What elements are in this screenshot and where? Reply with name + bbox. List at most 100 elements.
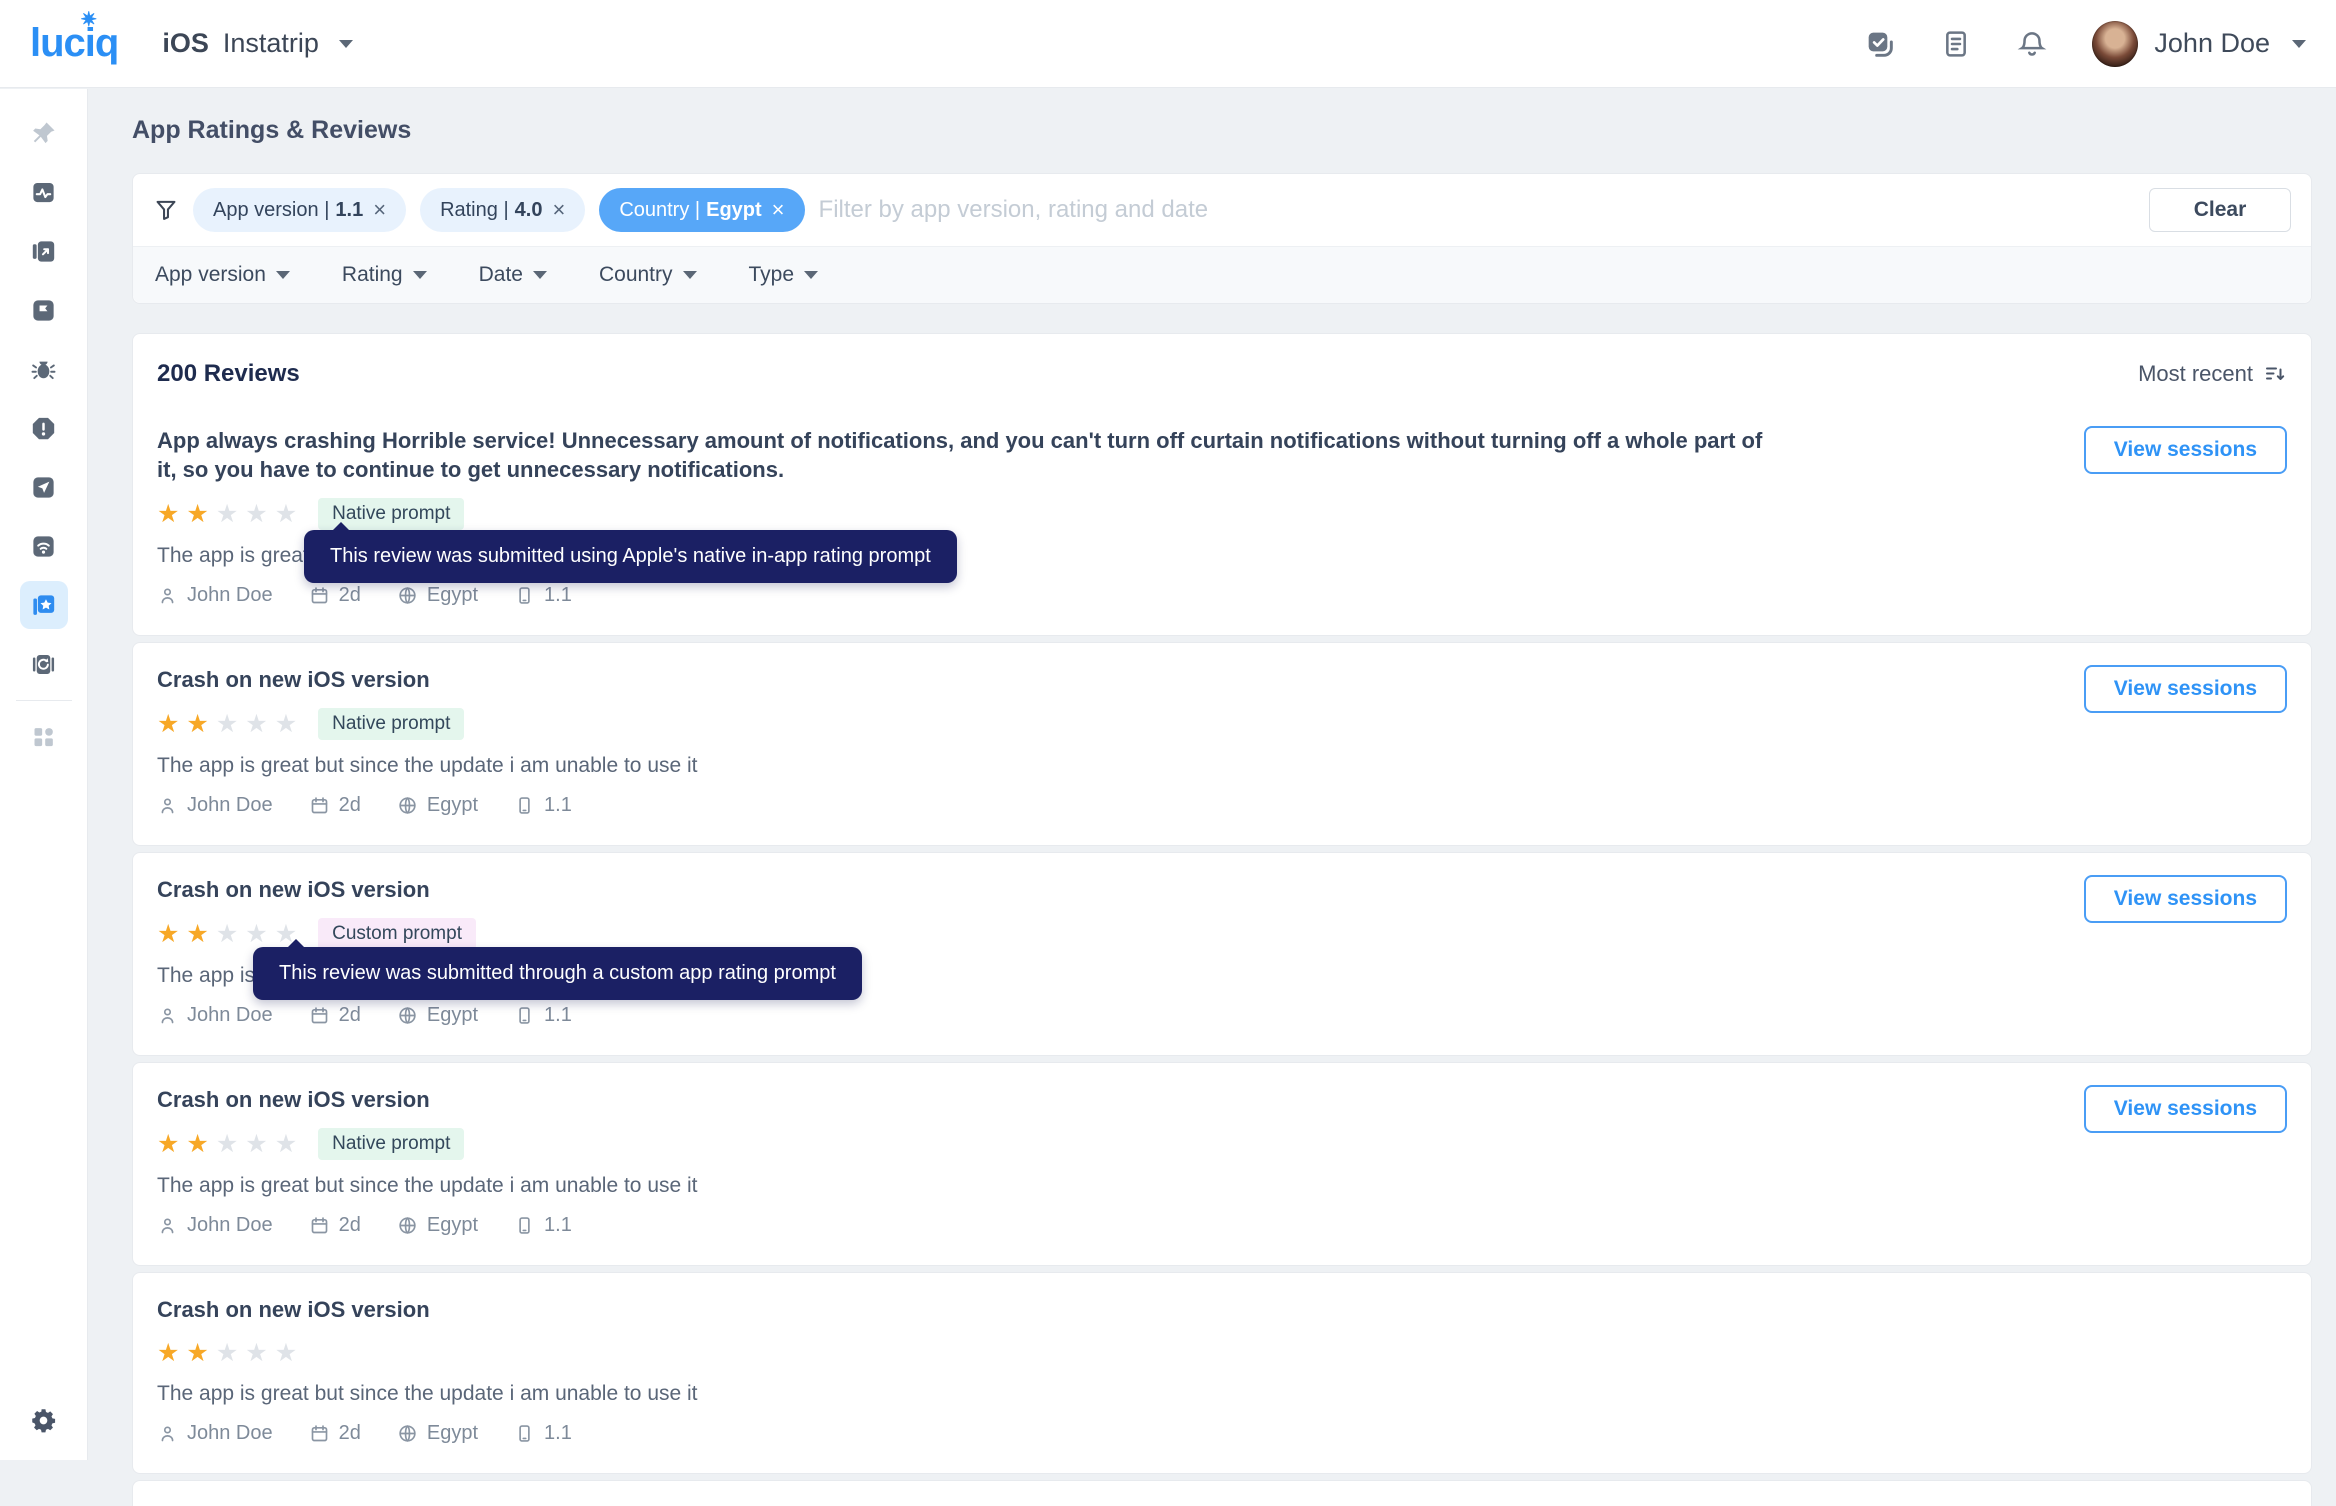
app-name-label: Instatrip (223, 28, 319, 59)
device-icon (514, 795, 535, 816)
top-bar: luciq✷ iOS Instatrip John Doe (0, 0, 2336, 88)
chip-remove-icon[interactable]: × (772, 199, 785, 221)
stars: ★★★★★ (157, 709, 304, 739)
dropdown-label: Date (479, 263, 523, 287)
star-empty-icon: ★ (275, 710, 297, 738)
chip-remove-icon[interactable]: × (552, 199, 565, 221)
star-empty-icon: ★ (245, 1339, 267, 1367)
user-menu[interactable]: John Doe (2092, 21, 2306, 67)
review-card: Crash on new iOS version ★★★★★ The app i… (132, 1272, 2312, 1474)
filter-chip-country[interactable]: Country |Egypt × (599, 188, 804, 232)
meta-date: 2d (309, 1004, 361, 1027)
review-card: Crash on new iOS version ★★★★★ Native pr… (132, 1062, 2312, 1266)
filter-chip-rating[interactable]: Rating |4.0 × (420, 188, 585, 232)
meta-country: Egypt (397, 1214, 478, 1237)
view-sessions-button[interactable]: View sessions (2084, 426, 2287, 474)
review-row: App always crashing Horrible service! Un… (133, 404, 2311, 635)
filter-search-input[interactable] (819, 196, 2135, 224)
brand-logo[interactable]: luciq✷ (30, 21, 118, 66)
filter-dropdowns-row: App version Rating Date Country Type (133, 246, 2311, 303)
review-card-partial (132, 1480, 2312, 1506)
chip-label: Country (619, 199, 689, 222)
chip-label: Rating (440, 199, 498, 222)
star-empty-icon: ★ (216, 710, 238, 738)
dropdown-rating[interactable]: Rating (342, 263, 427, 287)
view-sessions-button[interactable]: View sessions (2084, 665, 2287, 713)
pin-icon (30, 120, 57, 147)
chip-separator: | (503, 199, 508, 222)
filter-chips-row: App version |1.1 × Rating |4.0 × Country… (133, 174, 2311, 246)
calendar-icon (309, 1005, 330, 1026)
dropdown-type[interactable]: Type (749, 263, 819, 287)
meta-date: 2d (309, 794, 361, 817)
view-sessions-button[interactable]: View sessions (2084, 875, 2287, 923)
sidebar-item-feature-flags[interactable] (20, 286, 68, 334)
notifications-bell-icon[interactable] (2016, 28, 2048, 60)
star-empty-icon: ★ (275, 1130, 297, 1158)
network-icon (30, 533, 57, 560)
sidebar-item-screens[interactable] (20, 227, 68, 275)
filter-panel: App version |1.1 × Rating |4.0 × Country… (132, 173, 2312, 304)
prompt-badge: Native prompt (318, 708, 464, 740)
user-icon (157, 1215, 178, 1236)
gear-icon (30, 1407, 57, 1434)
calendar-icon (309, 1423, 330, 1444)
main-content: App Ratings & Reviews App version |1.1 ×… (88, 88, 2336, 1460)
sidebar-item-performance[interactable] (20, 168, 68, 216)
star-filled-icon: ★ (157, 710, 179, 738)
meta-country: Egypt (397, 794, 478, 817)
app-switcher[interactable]: iOS Instatrip (162, 28, 353, 59)
sort-control[interactable]: Most recent (2138, 361, 2287, 387)
review-body: The app is great but since the update i … (157, 1174, 2287, 1198)
sidebar-item-bug-reports[interactable] (20, 345, 68, 393)
calendar-icon (309, 585, 330, 606)
sidebar-item-network[interactable] (20, 522, 68, 570)
review-body: The app is great but since the update i … (157, 754, 2287, 778)
dropdown-label: Country (599, 263, 673, 287)
sidebar-item-surveys[interactable] (20, 463, 68, 511)
view-sessions-button[interactable]: View sessions (2084, 1085, 2287, 1133)
sidebar-item-settings[interactable] (20, 1396, 68, 1444)
review-row: Crash on new iOS version ★★★★★ Native pr… (133, 1063, 2311, 1265)
dropdown-label: Rating (342, 263, 403, 287)
review-title: Crash on new iOS version (157, 1295, 1997, 1324)
sidebar-item-pin[interactable] (20, 109, 68, 157)
tasks-icon[interactable] (1864, 28, 1896, 60)
sidebar-item-apps[interactable] (20, 712, 68, 760)
stars: ★★★★★ (157, 1338, 304, 1368)
sidebar-item-session-replay[interactable] (20, 640, 68, 688)
chip-value: Egypt (706, 199, 762, 222)
review-row: Crash on new iOS version ★★★★★ The app i… (133, 1273, 2311, 1473)
dropdown-app-version[interactable]: App version (155, 263, 290, 287)
dropdown-date[interactable]: Date (479, 263, 547, 287)
flag-icon (30, 297, 57, 324)
dropdown-country[interactable]: Country (599, 263, 697, 287)
star-empty-icon: ★ (245, 710, 267, 738)
meta-author: John Doe (157, 584, 273, 607)
app-ratings-icon (30, 592, 57, 619)
globe-icon (397, 1005, 418, 1026)
filter-funnel-icon (153, 197, 179, 223)
sidebar-item-app-ratings[interactable] (20, 581, 68, 629)
star-filled-icon: ★ (157, 1339, 179, 1367)
chevron-down-icon (683, 271, 697, 279)
review-title: Crash on new iOS version (157, 875, 1997, 904)
review-title: App always crashing Horrible service! Un… (157, 426, 1997, 484)
filter-chip-app-version[interactable]: App version |1.1 × (193, 188, 406, 232)
meta-author: John Doe (157, 1004, 273, 1027)
reviews-count: 200 Reviews (157, 360, 300, 388)
device-icon (514, 1005, 535, 1026)
sidebar-item-crashes[interactable] (20, 404, 68, 452)
reviews-list-card: 200 Reviews Most recent App always crash… (132, 333, 2312, 636)
star-empty-icon: ★ (275, 1339, 297, 1367)
meta-country: Egypt (397, 1004, 478, 1027)
meta-author: John Doe (157, 1422, 273, 1445)
meta-author: John Doe (157, 794, 273, 817)
clear-filters-button[interactable]: Clear (2149, 188, 2291, 232)
chip-remove-icon[interactable]: × (373, 199, 386, 221)
dropdown-label: Type (749, 263, 795, 287)
review-body: The app is great but since the update i … (157, 1382, 2287, 1406)
docs-icon[interactable] (1940, 28, 1972, 60)
crash-alert-icon (30, 415, 57, 442)
chevron-down-icon (2292, 40, 2306, 48)
